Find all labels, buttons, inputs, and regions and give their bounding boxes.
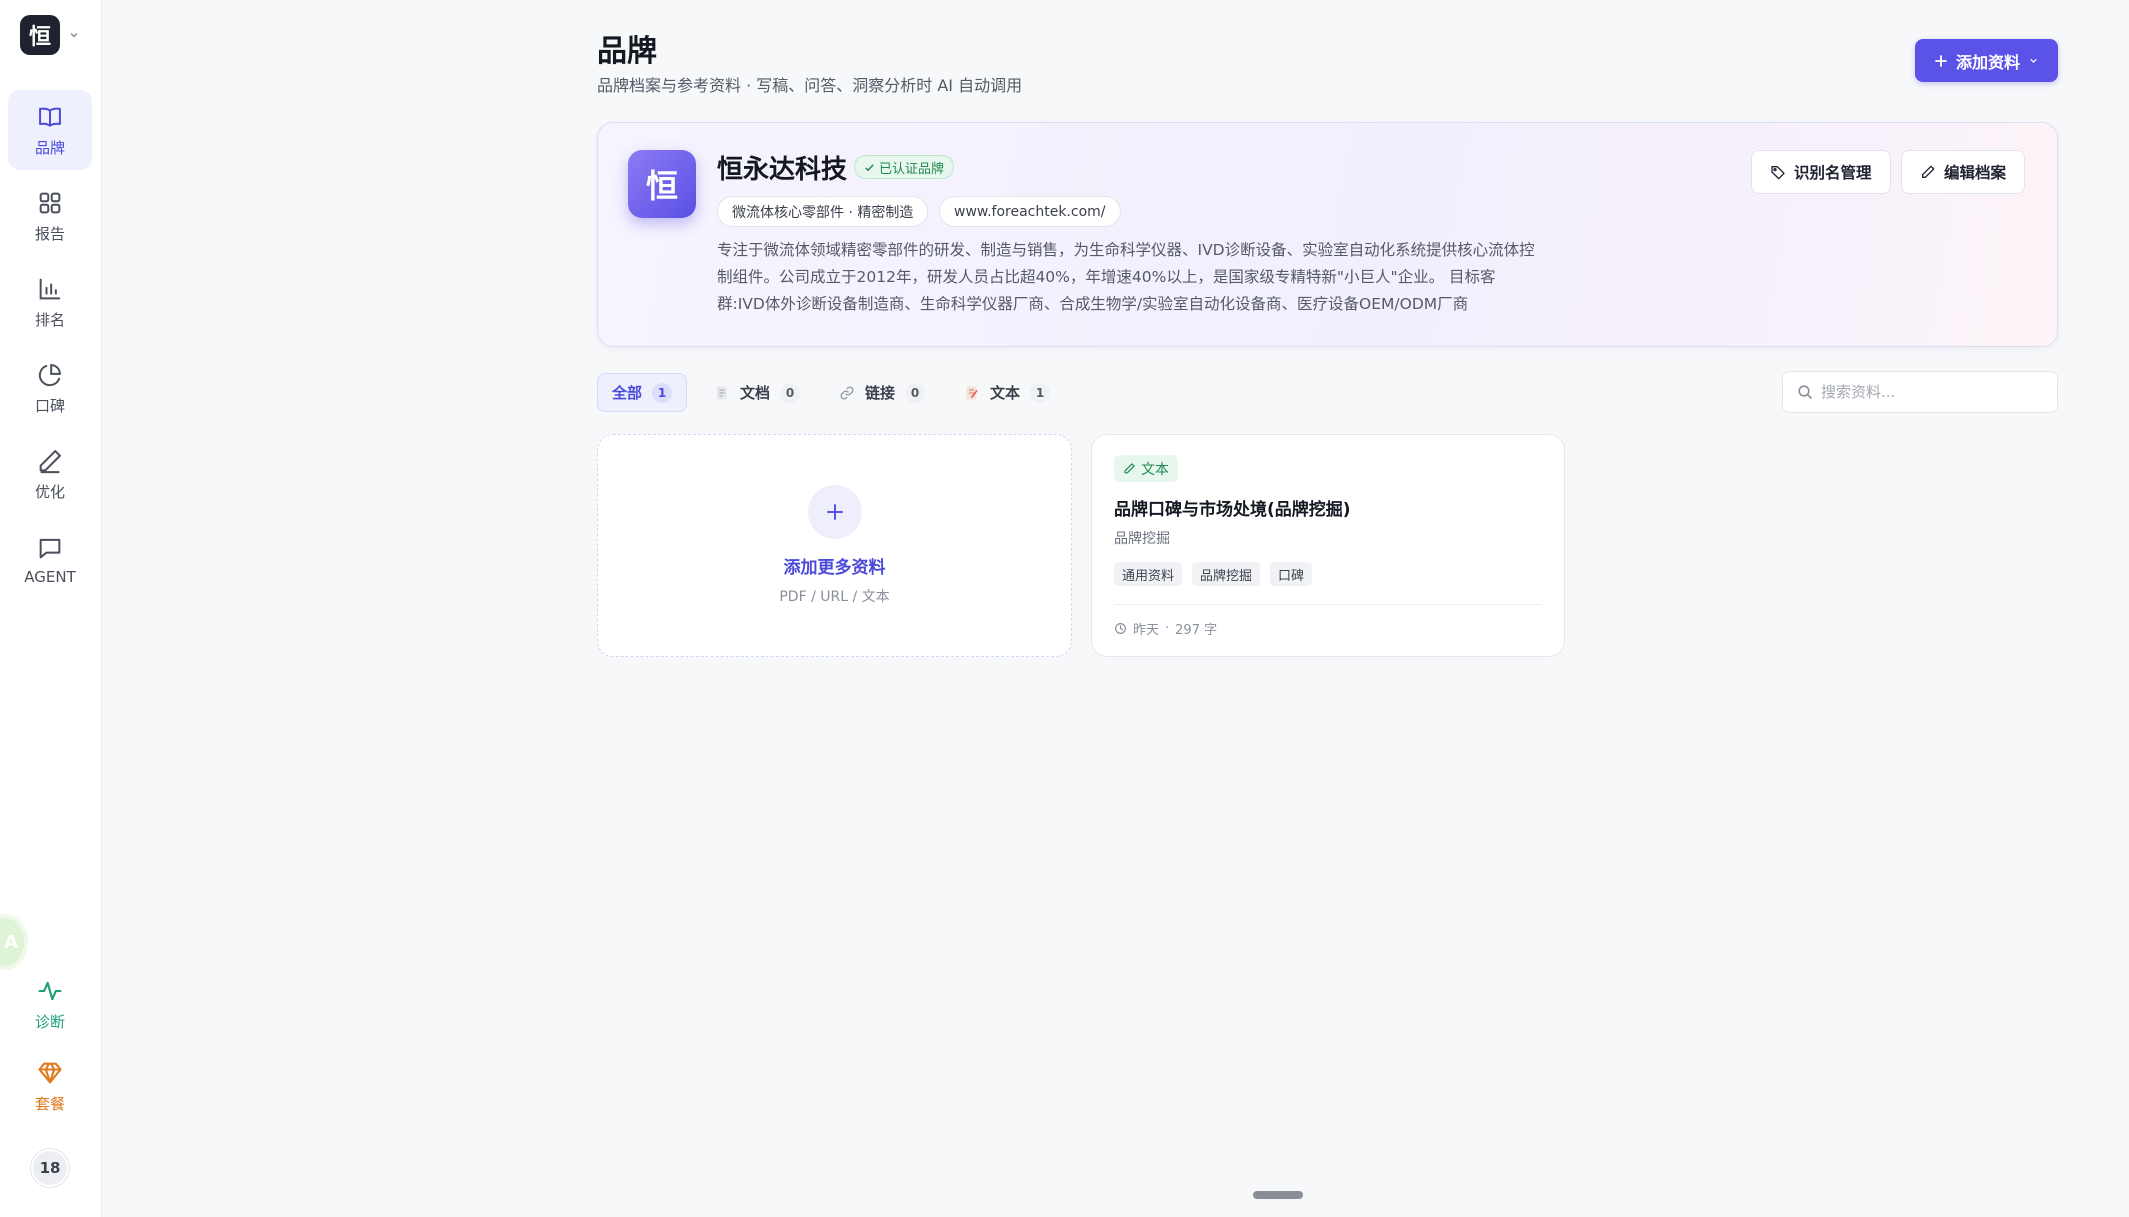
material-title: 品牌口碑与市场处境(品牌挖掘) [1114,500,1351,520]
material-card[interactable]: 文本 品牌口碑与市场处境(品牌挖掘) 品牌挖掘 通用资料 品牌挖掘 口碑 昨天 … [1091,434,1565,657]
sidebar-item-label: AGENT [24,568,76,586]
add-material-button[interactable]: 添加资料 [1915,39,2058,82]
activity-icon [38,981,62,1000]
chevron-down-icon [70,32,78,38]
search-input[interactable] [1821,383,2041,401]
material-tags: 通用资料 品牌挖掘 口碑 [1114,562,1313,586]
tab-links[interactable]: 链接 0 [825,373,939,412]
plus-icon [807,485,862,539]
material-meta: 昨天 · 297 字 [1114,619,1217,638]
memo-icon [966,386,978,399]
brand-logo: 恒 [628,150,696,218]
divider [1114,604,1542,605]
tab-count: 0 [905,382,926,403]
tab-count: 1 [1030,382,1051,403]
assistant-avatar[interactable]: A [0,918,24,966]
sidebar-item-agent[interactable]: AGENT [8,520,92,600]
alias-management-button[interactable]: 识别名管理 [1751,150,1891,194]
sidebar-item-label: 排名 [34,310,65,329]
tab-documents[interactable]: 文档 0 [700,373,814,412]
sidebar-item-label: 优化 [34,482,65,501]
chevron-down-icon [2030,58,2037,63]
sidebar-item-plan[interactable]: 套餐 [8,1048,92,1124]
industry-chip: 微流体核心零部件 · 精密制造 [717,196,929,227]
workspace-switcher[interactable]: 恒 [20,15,80,55]
tab-count: 1 [652,382,673,403]
search-icon [1798,385,1812,399]
notification-count[interactable]: 18 [31,1149,69,1187]
add-more-title: 添加更多资料 [783,558,886,578]
website-chip[interactable]: www.foreachtek.com/ [939,196,1121,227]
sidebar-item-ranking[interactable]: 排名 [8,262,92,342]
sidebar-item-diagnose[interactable]: 诊断 [8,966,92,1042]
check-icon [865,163,874,171]
tab-count: 0 [780,382,801,403]
book-icon [39,107,61,127]
verified-badge: 已认证品牌 [854,155,955,179]
sidebar-item-label: 口碑 [34,396,65,415]
material-subtitle: 品牌挖掘 [1114,531,1170,547]
sidebar-item-optimize[interactable]: 优化 [8,434,92,514]
sidebar-item-label: 品牌 [34,138,65,157]
add-more-card[interactable]: 添加更多资料 PDF / URL / 文本 [597,434,1072,657]
brand-description: 专注于微流体领域精密零部件的研发、制造与销售，为生命科学仪器、IVD诊断设备、实… [717,241,1535,313]
sidebar-item-reputation[interactable]: 口碑 [8,348,92,428]
pie-chart-icon [38,363,61,386]
document-icon [717,386,727,399]
edit-icon [1922,165,1935,178]
search-box[interactable] [1782,371,2058,413]
edit-profile-button[interactable]: 编辑档案 [1901,150,2026,194]
diamond-icon [38,1062,62,1083]
workspace-logo: 恒 [20,15,60,55]
bar-chart-icon [39,278,61,299]
page-title: 品牌 [597,34,657,69]
tag-icon [1771,166,1785,180]
material-tag: 口碑 [1270,562,1313,586]
scroll-handle[interactable] [1253,1191,1303,1199]
pen-icon [1124,463,1135,474]
link-icon [840,385,854,400]
grid-icon [39,192,61,213]
sidebar-item-label: 套餐 [34,1094,65,1113]
sidebar: 恒 品牌 报告 排名 口碑 优化 AGENT A 诊断 套餐 18 [0,0,102,1217]
pen-icon [39,449,61,473]
tab-text[interactable]: 文本 1 [950,373,1064,412]
add-more-subtitle: PDF / URL / 文本 [779,589,890,605]
sidebar-item-brand[interactable]: 品牌 [8,90,92,170]
sidebar-item-reports[interactable]: 报告 [8,176,92,256]
sidebar-item-label: 报告 [34,224,65,243]
message-icon [39,538,61,559]
brand-profile-card: 恒 恒永达科技 已认证品牌 微流体核心零部件 · 精密制造 www.foreac… [597,122,2058,347]
tab-all[interactable]: 全部 1 [597,373,688,412]
brand-name: 恒永达科技 [717,155,848,185]
plus-icon [1935,54,1947,67]
material-type-badge: 文本 [1114,455,1178,482]
page-subtitle: 品牌档案与参考资料 · 写稿、问答、洞察分析时 AI 自动调用 [597,76,1023,95]
sidebar-item-label: 诊断 [34,1012,65,1031]
material-tag: 通用资料 [1114,562,1183,586]
material-tag: 品牌挖掘 [1192,562,1261,586]
clock-icon [1115,623,1126,634]
